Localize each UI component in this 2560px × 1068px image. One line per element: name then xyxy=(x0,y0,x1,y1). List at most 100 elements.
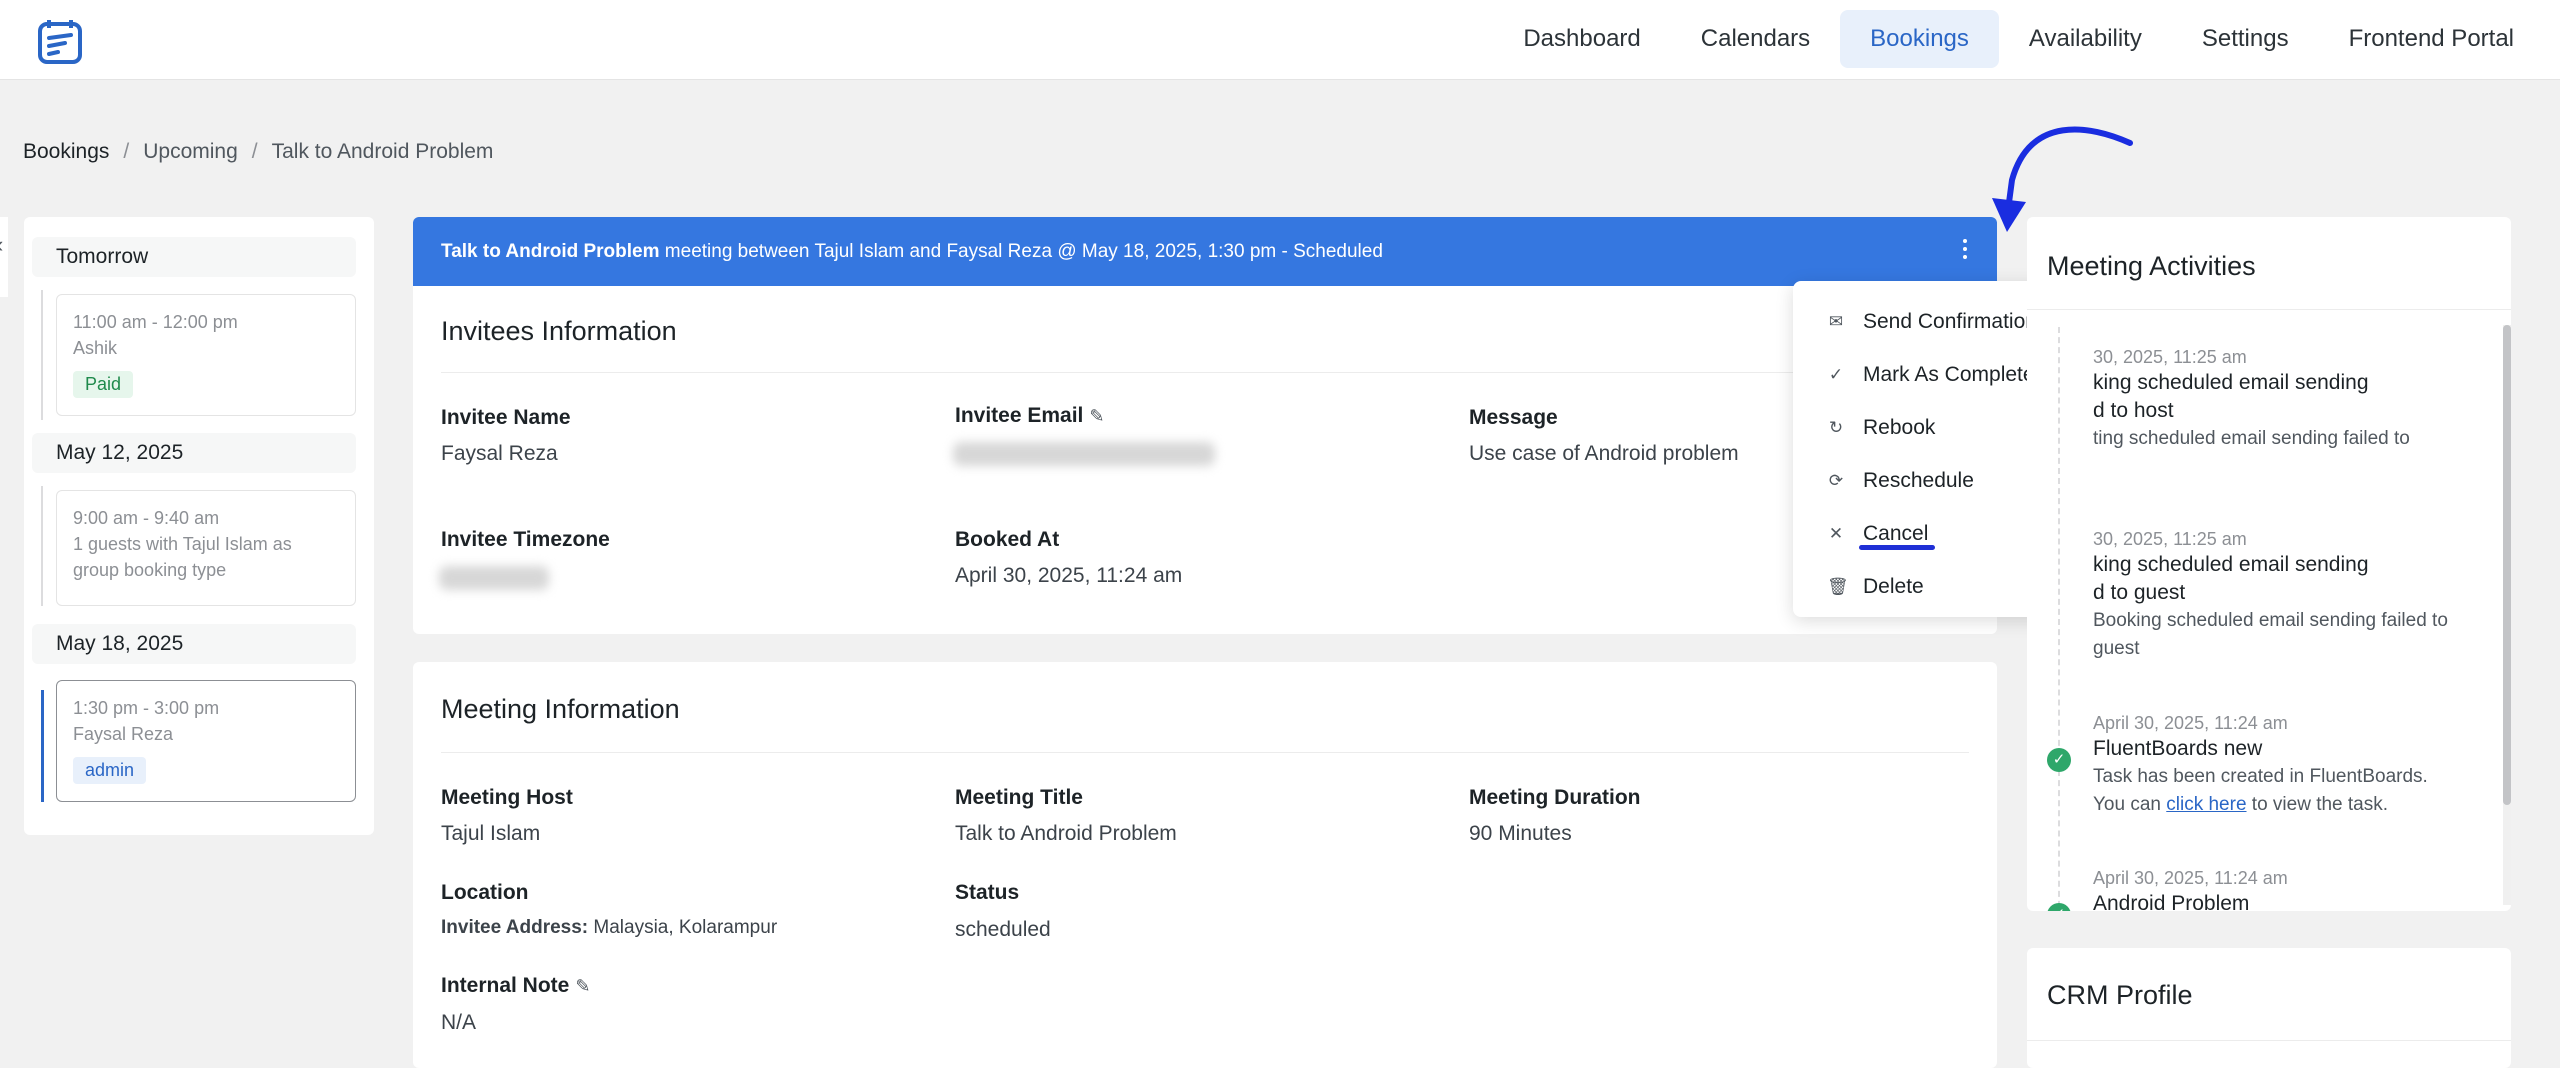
activity-description: Task has been created in FluentBoards. xyxy=(2093,766,2428,787)
message-value: Use case of Android problem xyxy=(1469,442,1739,465)
date-group-header: May 18, 2025 xyxy=(32,624,356,664)
activity-heading: king scheduled email sending xyxy=(2093,553,2369,576)
activity-description: ting scheduled email sending failed to xyxy=(2093,428,2410,449)
collapse-chevron-icon[interactable]: ‹ xyxy=(0,232,3,258)
activity-timeline-line xyxy=(2058,327,2060,911)
breadcrumb-current: Talk to Android Problem xyxy=(271,140,494,163)
activities-scrollbar[interactable] xyxy=(2503,325,2511,905)
activities-title: Meeting Activities xyxy=(2047,251,2256,281)
invitee-name-label: Invitee Name xyxy=(441,406,571,429)
admin-badge: admin xyxy=(73,757,147,784)
internal-note-label: Internal Note ✎ xyxy=(441,974,590,998)
slot-attendee: 1 guests with Tajul Islam as group booki… xyxy=(73,534,292,580)
meeting-section-title: Meeting Information xyxy=(441,694,680,724)
crm-profile-card: CRM Profile xyxy=(2027,948,2511,1068)
paid-badge: Paid xyxy=(73,371,134,398)
slot-time: 9:00 am - 9:40 am xyxy=(73,508,220,528)
activity-heading: king scheduled email sending xyxy=(2093,371,2369,394)
app-logo-icon[interactable] xyxy=(36,18,84,66)
booking-slot[interactable]: 9:00 am - 9:40 am 1 guests with Tajul Is… xyxy=(56,490,356,606)
crm-profile-title: CRM Profile xyxy=(2047,980,2193,1010)
location-label: Location xyxy=(441,881,529,904)
nav-calendars[interactable]: Calendars xyxy=(1671,10,1840,68)
activity-item: 30, 2025, 11:25 am king scheduled email … xyxy=(2093,527,2493,663)
invitees-card: Talk to Android Problem meeting between … xyxy=(413,217,1997,634)
activity-item: 30, 2025, 11:25 am king scheduled email … xyxy=(2093,345,2493,453)
menu-item-label: Cancel xyxy=(1863,521,1929,545)
invitees-section-title: Invitees Information xyxy=(441,316,677,346)
nav-settings[interactable]: Settings xyxy=(2172,10,2319,68)
refresh-icon: ↻ xyxy=(1828,417,1844,437)
menu-item-label: Delete xyxy=(1863,574,1924,598)
booking-slot[interactable]: 11:00 am - 12:00 pm Ashik Paid xyxy=(56,294,356,416)
location-address: Malaysia, Kolarampur xyxy=(588,917,778,938)
selected-indicator xyxy=(41,690,44,802)
meeting-duration-label: Meeting Duration xyxy=(1469,786,1641,809)
check-icon: ✓ xyxy=(1828,364,1844,384)
more-options-icon[interactable] xyxy=(1961,239,1969,263)
meeting-info-card: Meeting Information Meeting Host Tajul I… xyxy=(413,662,1997,1068)
status-label: Status xyxy=(955,881,1020,904)
nav-bookings[interactable]: Bookings xyxy=(1840,10,1999,68)
activity-timestamp: 30, 2025, 11:25 am xyxy=(2093,347,2247,367)
reschedule-icon: ⟳ xyxy=(1828,470,1844,490)
banner-title: Talk to Android Problem xyxy=(441,241,660,262)
main-nav: Dashboard Calendars Bookings Availabilit… xyxy=(1493,10,2544,68)
slot-attendee: Faysal Reza xyxy=(73,724,174,744)
nav-availability[interactable]: Availability xyxy=(1999,10,2172,68)
trash-icon: 🗑 xyxy=(1827,576,1849,596)
slot-time: 11:00 am - 12:00 pm xyxy=(73,312,238,332)
divider xyxy=(2027,1040,2511,1041)
divider xyxy=(441,372,1969,373)
booking-slot-selected[interactable]: 1:30 pm - 3:00 pm Faysal Reza admin xyxy=(56,680,356,802)
message-label: Message xyxy=(1469,406,1558,429)
menu-item-label: Rebook xyxy=(1863,415,1936,439)
timeline-line xyxy=(41,290,43,420)
meeting-title-value: Talk to Android Problem xyxy=(955,822,1177,845)
success-check-icon: ✓ xyxy=(2047,903,2071,911)
activity-timestamp: April 30, 2025, 11:24 am xyxy=(2093,868,2288,888)
date-group-header: May 12, 2025 xyxy=(32,433,356,473)
internal-note-value: N/A xyxy=(441,1011,477,1034)
meeting-host-value: Tajul Islam xyxy=(441,822,541,845)
success-check-icon: ✓ xyxy=(2047,748,2071,772)
status-value: scheduled xyxy=(955,918,1051,941)
top-navigation-bar: Dashboard Calendars Bookings Availabilit… xyxy=(0,0,2560,80)
edit-pencil-icon[interactable]: ✎ xyxy=(1089,406,1104,426)
breadcrumb-bookings[interactable]: Bookings xyxy=(23,140,109,164)
location-value: Invitee Address: Malaysia, Kolarampur xyxy=(441,917,777,939)
click-here-link[interactable]: click here xyxy=(2166,794,2246,815)
meeting-activities-card: Meeting Activities 30, 2025, 11:25 am ki… xyxy=(2027,217,2511,911)
activity-timestamp: 30, 2025, 11:25 am xyxy=(2093,529,2247,549)
invitee-email-label: Invitee Email ✎ xyxy=(955,404,1104,428)
location-prefix: Invitee Address: xyxy=(441,917,589,938)
invitee-timezone-redacted xyxy=(439,566,549,590)
breadcrumb-upcoming[interactable]: Upcoming xyxy=(143,140,238,164)
slot-attendee: Ashik xyxy=(73,338,118,358)
invitee-name-value: Faysal Reza xyxy=(441,442,558,465)
activity-heading: Android Problem xyxy=(2093,892,2250,911)
cancel-highlight-underline xyxy=(1859,545,1935,550)
mail-icon: ✉ xyxy=(1828,311,1844,331)
nav-frontend-portal[interactable]: Frontend Portal xyxy=(2319,10,2544,68)
invitee-timezone-label: Invitee Timezone xyxy=(441,528,610,551)
activity-text: You can xyxy=(2093,794,2167,815)
breadcrumb-separator: / xyxy=(251,140,258,163)
activity-description-link-line: You can click here to view the task. xyxy=(2093,791,2493,819)
activity-text: to view the task. xyxy=(2246,794,2389,815)
nav-dashboard[interactable]: Dashboard xyxy=(1493,10,1670,68)
booking-banner: Talk to Android Problem meeting between … xyxy=(413,217,1997,286)
divider xyxy=(2027,309,2511,310)
breadcrumb-separator: / xyxy=(123,140,130,163)
activity-heading: FluentBoards new xyxy=(2093,737,2263,760)
menu-item-label: Reschedule xyxy=(1863,468,1974,492)
booked-at-value: April 30, 2025, 11:24 am xyxy=(955,564,1183,587)
breadcrumb: Bookings / Upcoming / Talk to Android Pr… xyxy=(23,140,493,164)
date-group-header: Tomorrow xyxy=(32,237,356,277)
activity-item: April 30, 2025, 11:24 am FluentBoards ne… xyxy=(2093,711,2493,819)
close-icon: ✕ xyxy=(1828,523,1844,543)
edit-pencil-icon[interactable]: ✎ xyxy=(575,976,590,996)
activity-description: Booking scheduled email sending failed t… xyxy=(2093,610,2448,659)
menu-item-label: Mark As Completed xyxy=(1863,362,2047,386)
internal-note-label-text: Internal Note xyxy=(441,974,570,997)
